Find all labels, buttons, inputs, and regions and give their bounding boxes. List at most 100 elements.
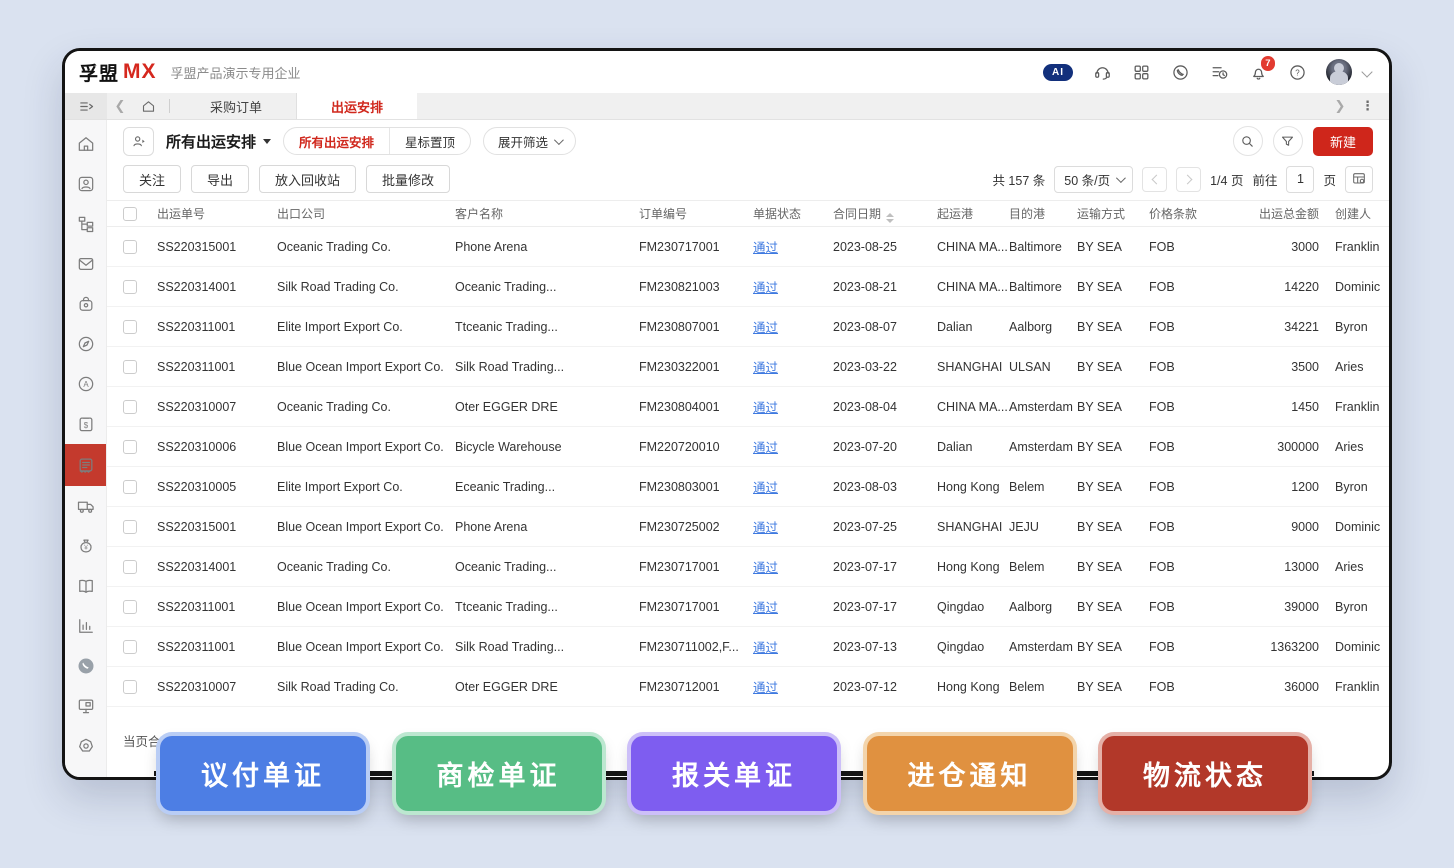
column-config-icon[interactable] (1345, 166, 1373, 193)
status-link[interactable]: 通过 (753, 681, 778, 695)
table-row[interactable]: SS220314001Silk Road Trading Co.Oceanic … (107, 267, 1389, 307)
table-row[interactable]: SS220310007Silk Road Trading Co.Oter EGG… (107, 667, 1389, 707)
nav-forward-icon[interactable]: ❯ (1327, 98, 1353, 114)
expand-filter-button[interactable]: 展开筛选 (483, 127, 576, 155)
sidebar-item-org-chart-icon[interactable] (65, 204, 106, 244)
flow-button-进仓通知[interactable]: 进仓通知 (867, 736, 1073, 811)
status-link[interactable]: 通过 (753, 441, 778, 455)
sidebar-item-ledger-icon[interactable] (65, 566, 106, 606)
search-icon[interactable] (1233, 126, 1263, 156)
collapse-sidebar-icon[interactable] (65, 93, 107, 119)
apps-grid-icon[interactable] (1131, 62, 1151, 82)
sidebar-item-mail-icon[interactable] (65, 244, 106, 284)
table-row[interactable]: SS220311001Blue Ocean Import Export Co.S… (107, 627, 1389, 667)
status-link[interactable]: 通过 (753, 561, 778, 575)
cell-total-amount: 39000 (1223, 600, 1323, 614)
sidebar-item-reports-icon[interactable] (65, 606, 106, 646)
notification-bell-icon[interactable]: 7 (1248, 62, 1268, 82)
sidebar-item-display-icon[interactable] (65, 686, 106, 726)
row-checkbox[interactable] (123, 560, 137, 574)
filter-row: 所有出运安排 所有出运安排 星标置顶 展开筛选 (107, 120, 1389, 158)
home-tab-icon[interactable] (133, 93, 163, 119)
status-link[interactable]: 通过 (753, 521, 778, 535)
follow-button[interactable]: 关注 (123, 165, 181, 193)
pill-star-pinned[interactable]: 星标置顶 (390, 128, 470, 154)
sidebar-item-shipping-docs-icon[interactable] (65, 444, 106, 486)
sidebar-item-contacts-icon[interactable] (65, 164, 106, 204)
export-button[interactable]: 导出 (191, 165, 249, 193)
batch-edit-button[interactable]: 批量修改 (366, 165, 450, 193)
sidebar-item-logistics-truck-icon[interactable] (65, 486, 106, 526)
status-link[interactable]: 通过 (753, 241, 778, 255)
status-link[interactable]: 通过 (753, 641, 778, 655)
tab-shipping-arrangement[interactable]: 出运安排 (297, 93, 417, 119)
flow-button-议付单证[interactable]: 议付单证 (160, 736, 366, 811)
table-row[interactable]: SS220310006Blue Ocean Import Export Co.B… (107, 427, 1389, 467)
row-checkbox[interactable] (123, 480, 137, 494)
row-checkbox[interactable] (123, 320, 137, 334)
status-link[interactable]: 通过 (753, 361, 778, 375)
sidebar-item-settings-icon[interactable] (65, 726, 106, 766)
row-checkbox[interactable] (123, 280, 137, 294)
flow-button-商检单证[interactable]: 商检单证 (396, 736, 602, 811)
row-checkbox[interactable] (123, 240, 137, 254)
flow-button-报关单证[interactable]: 报关单证 (631, 736, 837, 811)
help-icon[interactable]: ? (1287, 62, 1307, 82)
cell-transport-mode: BY SEA (1077, 240, 1149, 254)
nav-back-icon[interactable]: ❮ (107, 93, 133, 119)
ai-assistant-button[interactable]: AI (1043, 64, 1073, 81)
flow-button-物流状态[interactable]: 物流状态 (1102, 736, 1308, 811)
select-all-checkbox[interactable] (123, 207, 137, 221)
status-link[interactable]: 通过 (753, 321, 778, 335)
sort-icons[interactable] (886, 213, 894, 223)
next-page-button[interactable] (1176, 167, 1201, 192)
status-link[interactable]: 通过 (753, 601, 778, 615)
table-row[interactable]: SS220315001Oceanic Trading Co.Phone Aren… (107, 227, 1389, 267)
row-checkbox[interactable] (123, 680, 137, 694)
column-header-contract-date[interactable]: 合同日期 (833, 205, 937, 223)
row-checkbox[interactable] (123, 520, 137, 534)
sidebar-item-compass-icon[interactable] (65, 324, 106, 364)
row-checkbox[interactable] (123, 640, 137, 654)
table-row[interactable]: SS220311001Blue Ocean Import Export Co.T… (107, 587, 1389, 627)
status-link[interactable]: 通过 (753, 401, 778, 415)
page-size-select[interactable]: 50 条/页 (1054, 166, 1133, 193)
prev-page-button[interactable] (1142, 167, 1167, 192)
more-menu-icon[interactable]: ⋮ (1357, 98, 1379, 114)
view-selector[interactable]: 所有出运安排 (166, 131, 271, 152)
sidebar-item-orders-bag-icon[interactable] (65, 284, 106, 324)
status-link[interactable]: 通过 (753, 481, 778, 495)
sidebar-item-quote-clipboard-icon[interactable]: $ (65, 404, 106, 444)
filter-funnel-icon[interactable] (1273, 126, 1303, 156)
table-row[interactable]: SS220311001Elite Import Export Co.Ttcean… (107, 307, 1389, 347)
table-row[interactable]: SS220314001Oceanic Trading Co.Oceanic Tr… (107, 547, 1389, 587)
person-filter-icon[interactable] (123, 127, 154, 156)
sidebar-item-finance-icon[interactable]: ￥ (65, 526, 106, 566)
table-row[interactable]: SS220310005Elite Import Export Co.Eceani… (107, 467, 1389, 507)
status-link[interactable]: 通过 (753, 281, 778, 295)
row-checkbox[interactable] (123, 600, 137, 614)
recycle-bin-button[interactable]: 放入回收站 (259, 165, 356, 193)
sidebar-item-whatsapp-icon[interactable] (65, 646, 106, 686)
table-row[interactable]: SS220315001Blue Ocean Import Export Co.P… (107, 507, 1389, 547)
table-row[interactable]: SS220310007Oceanic Trading Co.Oter EGGER… (107, 387, 1389, 427)
goto-page-input[interactable] (1286, 166, 1314, 193)
tab-purchase-orders[interactable]: 采购订单 (176, 93, 297, 119)
whatsapp-icon[interactable] (1170, 62, 1190, 82)
task-history-icon[interactable] (1209, 62, 1229, 82)
cell-port-of-loading: CHINA MA... (937, 400, 1009, 414)
sidebar-item-home-icon[interactable] (65, 124, 106, 164)
user-avatar[interactable] (1326, 59, 1352, 85)
chevron-down-icon[interactable] (1361, 66, 1372, 77)
cell-export-company: Blue Ocean Import Export Co. (277, 640, 455, 654)
row-checkbox[interactable] (123, 440, 137, 454)
pill-all-shipping[interactable]: 所有出运安排 (284, 128, 390, 154)
row-checkbox[interactable] (123, 400, 137, 414)
row-checkbox[interactable] (123, 360, 137, 374)
cell-customer-name: Oceanic Trading... (455, 560, 639, 574)
cell-total-amount: 1363200 (1223, 640, 1323, 654)
table-row[interactable]: SS220311001Blue Ocean Import Export Co.S… (107, 347, 1389, 387)
headset-support-icon[interactable] (1092, 62, 1112, 82)
new-record-button[interactable]: 新建 (1313, 127, 1373, 156)
sidebar-item-circle-a-icon[interactable]: A (65, 364, 106, 404)
